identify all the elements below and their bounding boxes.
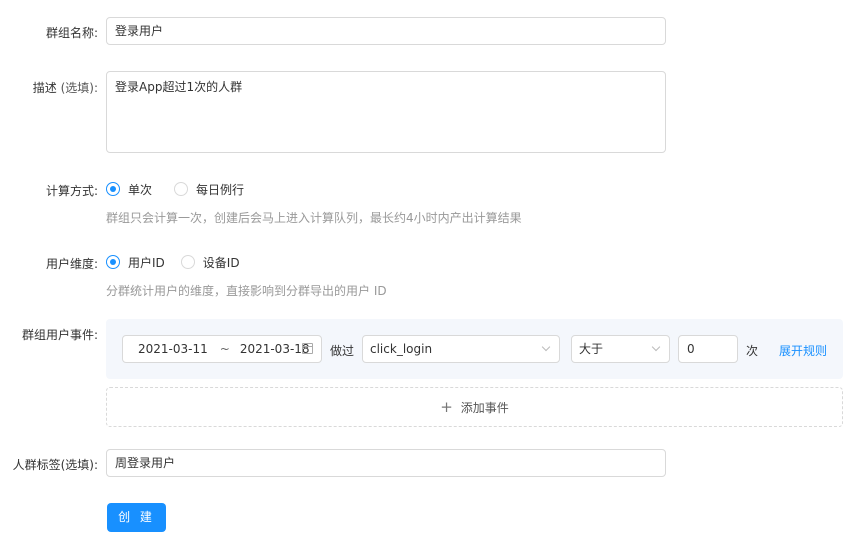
create-button[interactable]: 创 建 — [107, 503, 166, 532]
tag-input[interactable]: 周登录用户 — [106, 449, 666, 477]
count-unit: 次 — [746, 344, 759, 358]
operator-select[interactable]: 大于 — [571, 335, 670, 363]
did-label: 做过 — [330, 344, 355, 358]
plus-icon: + — [440, 398, 453, 416]
add-event-label: 添加事件 — [460, 400, 509, 415]
description-textarea[interactable]: 登录App超过1次的人群 — [106, 71, 666, 153]
calc-mode-daily-label: 每日例行 — [196, 182, 245, 197]
start-date: 2021-03-11 — [138, 342, 208, 356]
calc-mode-once-label: 单次 — [128, 182, 153, 197]
calc-mode-hint: 群组只会计算一次，创建后会马上进入计算队列，最长约4小时内产出计算结果 — [106, 211, 522, 225]
event-select-value: click_login — [370, 342, 433, 356]
events-label: 群组用户事件: — [21, 328, 98, 342]
calc-mode-radio-group: 单次 每日例行 — [106, 180, 260, 198]
user-id-label: 用户ID — [128, 255, 165, 270]
tag-label: 人群标签(选填): — [12, 458, 98, 472]
user-dimension-label: 用户维度: — [45, 257, 98, 271]
count-input[interactable]: 0 — [678, 335, 738, 363]
calc-mode-once-radio[interactable]: 单次 — [106, 181, 152, 198]
radio-unchecked-icon — [174, 182, 189, 196]
radio-unchecked-icon — [180, 255, 195, 269]
event-select[interactable]: click_login — [362, 335, 560, 363]
radio-checked-icon — [106, 182, 120, 196]
group-name-input[interactable]: 登录用户 — [106, 17, 666, 45]
device-id-label: 设备ID — [202, 255, 240, 270]
operator-select-value: 大于 — [579, 342, 604, 356]
end-date: 2021-03-18 — [239, 342, 310, 356]
device-id-radio[interactable]: 设备ID — [180, 254, 240, 271]
expand-rules-link[interactable]: 展开规则 — [779, 342, 827, 359]
date-range-separator: ~ — [219, 342, 230, 356]
add-event-button[interactable]: + 添加事件 — [106, 387, 843, 427]
calc-mode-daily-radio[interactable]: 每日例行 — [174, 181, 244, 198]
description-label-text: 描述 — [32, 81, 57, 95]
description-label: 描述 (选填): — [33, 79, 98, 96]
radio-checked-icon — [106, 255, 120, 269]
event-row-panel: 2021-03-11 ~ 2021-03-18 做过 click_login 大… — [106, 319, 843, 379]
user-dimension-hint: 分群统计用户的维度，直接影响到分群导出的用户 ID — [106, 284, 387, 298]
name-label: 群组名称: — [45, 26, 98, 40]
calendar-icon — [302, 343, 313, 354]
chevron-down-icon — [651, 342, 661, 352]
user-dimension-radio-group: 用户ID 设备ID — [106, 253, 256, 271]
description-label-optional: (选填): — [56, 81, 98, 95]
chevron-down-icon — [541, 342, 551, 352]
calc-mode-label: 计算方式: — [45, 184, 98, 198]
user-id-radio[interactable]: 用户ID — [106, 254, 165, 271]
date-range-picker[interactable]: 2021-03-11 ~ 2021-03-18 — [122, 335, 322, 363]
